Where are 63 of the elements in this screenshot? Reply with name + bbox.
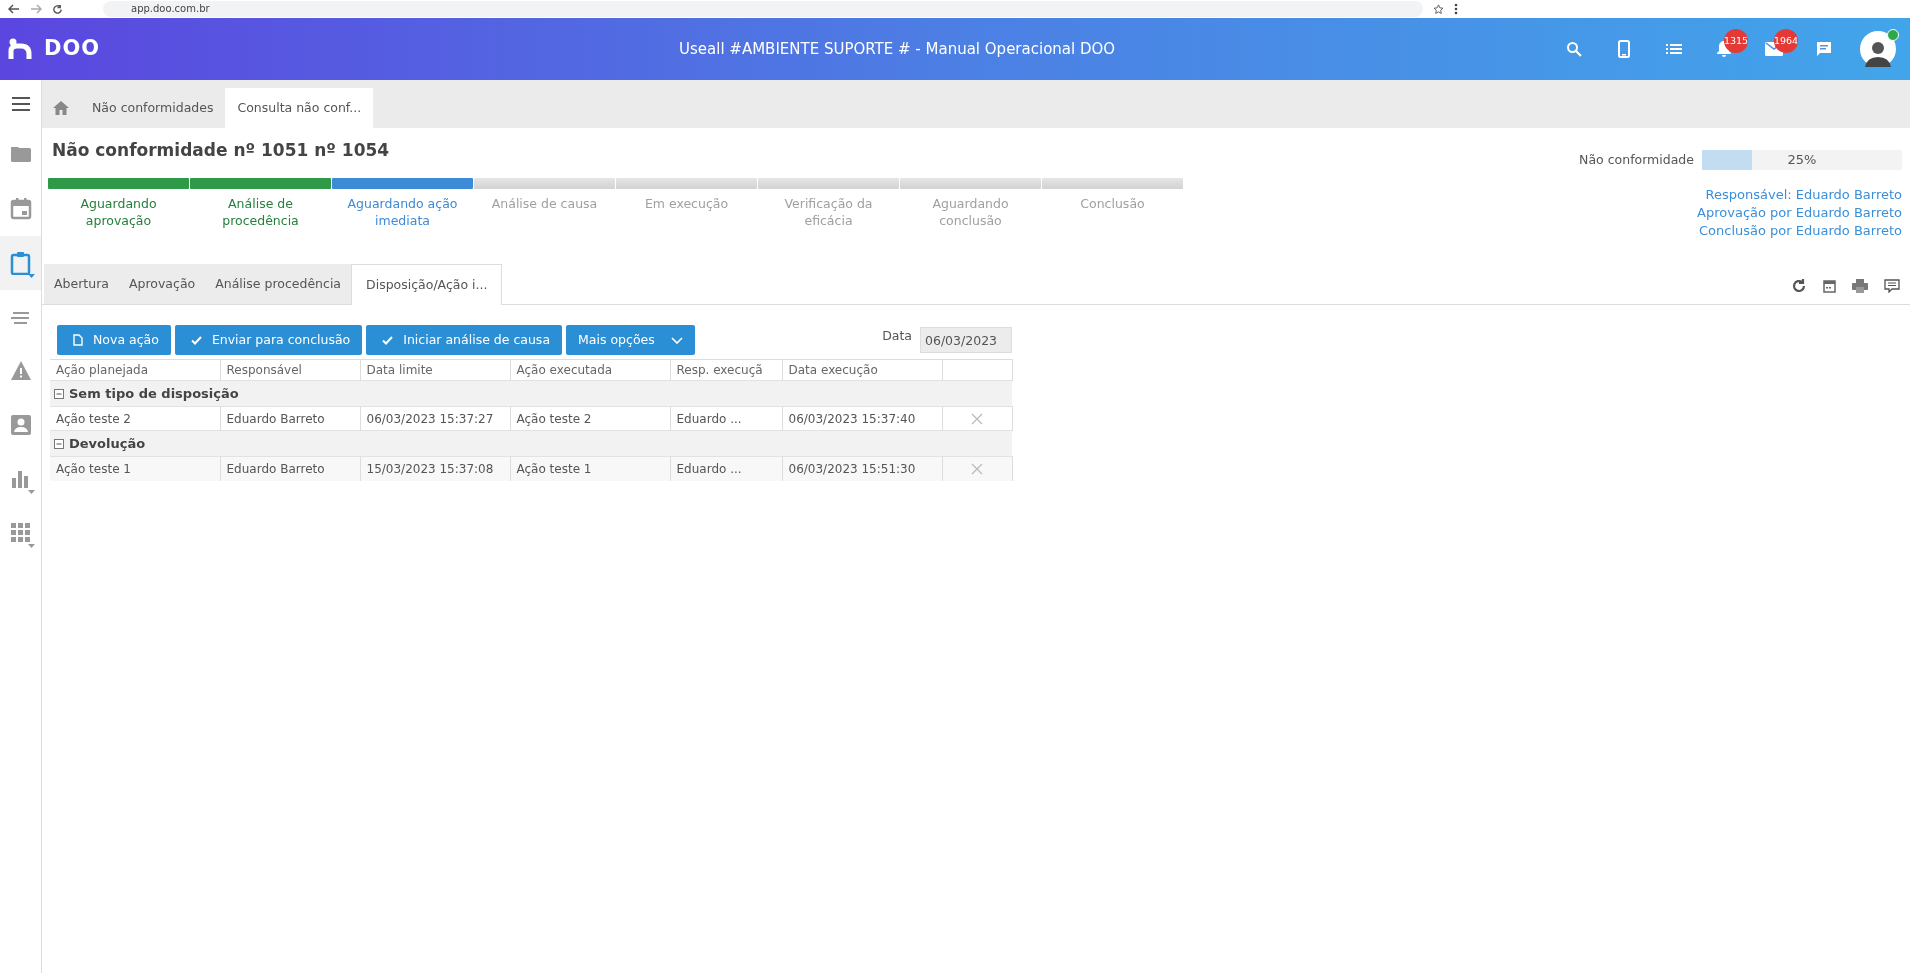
caret-icon bbox=[28, 490, 35, 494]
address-bar[interactable]: app.doo.com.br bbox=[103, 1, 1423, 17]
calendar-icon[interactable] bbox=[1823, 279, 1836, 293]
reload-icon[interactable] bbox=[52, 3, 63, 15]
message-badge: 1964 bbox=[1774, 29, 1798, 53]
action-button[interactable]: Mais opções bbox=[566, 325, 695, 355]
date-label: Data bbox=[882, 327, 912, 345]
action-button[interactable]: Nova ação bbox=[57, 325, 171, 355]
step-label: Aguardando ação imediata bbox=[346, 194, 459, 229]
info-link[interactable]: Responsável: Eduardo Barreto bbox=[1705, 186, 1902, 204]
table-cell: 15/03/2023 15:37:08 bbox=[360, 456, 510, 481]
forward-icon[interactable] bbox=[30, 4, 42, 14]
info-link[interactable]: Aprovação por Eduardo Barreto bbox=[1697, 204, 1902, 222]
form-tab[interactable]: Disposição/Ação i... bbox=[351, 264, 503, 305]
print-icon[interactable] bbox=[1852, 279, 1868, 293]
progress-label: Não conformidade bbox=[1579, 150, 1694, 169]
check-icon bbox=[190, 335, 202, 345]
caret-icon bbox=[28, 544, 35, 548]
delete-icon[interactable] bbox=[971, 413, 983, 425]
table-cell: 06/03/2023 15:51:30 bbox=[782, 456, 942, 481]
caret-icon bbox=[28, 274, 35, 278]
step-label: Conclusão bbox=[1079, 194, 1146, 212]
table-cell: Ação teste 1 bbox=[510, 456, 670, 481]
delete-icon[interactable] bbox=[971, 463, 983, 476]
warning-icon bbox=[9, 359, 32, 383]
step-label: Verificação da eficácia bbox=[783, 194, 874, 229]
page-tab[interactable]: Consulta não conf... bbox=[225, 88, 374, 128]
refresh-icon[interactable] bbox=[1791, 278, 1807, 294]
table-cell: Eduardo ... bbox=[670, 456, 782, 481]
document-icon bbox=[73, 334, 83, 346]
star-icon[interactable] bbox=[1433, 3, 1444, 15]
avatar[interactable] bbox=[1860, 31, 1896, 67]
notification-badge: 1315 bbox=[1724, 29, 1748, 53]
step-label: Em execução bbox=[643, 194, 730, 212]
sidebar-item[interactable] bbox=[0, 236, 41, 290]
check-icon bbox=[382, 335, 394, 345]
back-icon[interactable] bbox=[8, 4, 20, 14]
step-label: Aguardando conclusão bbox=[931, 194, 1010, 229]
contact-icon bbox=[9, 413, 32, 437]
logo-text: DOO bbox=[44, 35, 101, 63]
progress-value: 25% bbox=[1787, 151, 1817, 170]
action-button[interactable]: Enviar para conclusão bbox=[174, 325, 363, 355]
page-title: Não conformidade nº 1051 nº 1054 bbox=[52, 139, 391, 162]
step-label: Aguardando aprovação bbox=[79, 194, 158, 229]
grid-icon bbox=[9, 521, 32, 545]
browser-menu-icon[interactable] bbox=[1454, 3, 1458, 15]
form-tab[interactable]: Aprovação bbox=[118, 264, 206, 304]
action-button[interactable]: Iniciar análise de causa bbox=[366, 325, 563, 355]
group-name: Sem tipo de disposição bbox=[69, 385, 239, 401]
form-tab[interactable]: Abertura bbox=[44, 264, 119, 304]
page-tab[interactable]: Não conformidades bbox=[80, 88, 226, 128]
comment-icon[interactable] bbox=[1884, 279, 1900, 293]
calendar-icon bbox=[9, 197, 32, 221]
step-label: Análise de causa bbox=[490, 194, 599, 212]
group-name: Devolução bbox=[69, 435, 146, 451]
table-cell: Ação teste 1 bbox=[50, 456, 220, 481]
clipboard-icon bbox=[9, 251, 32, 275]
info-link[interactable]: Conclusão por Eduardo Barreto bbox=[1699, 222, 1902, 240]
table-cell: Eduardo Barreto bbox=[220, 456, 360, 481]
app-title: Useall #AMBIENTE SUPORTE # - Manual Operacional DOO bbox=[678, 38, 1117, 60]
step-label: Análise de procedência bbox=[221, 194, 300, 229]
chevron-down-icon bbox=[670, 336, 683, 344]
form-tab[interactable]: Análise procedência bbox=[205, 264, 352, 304]
